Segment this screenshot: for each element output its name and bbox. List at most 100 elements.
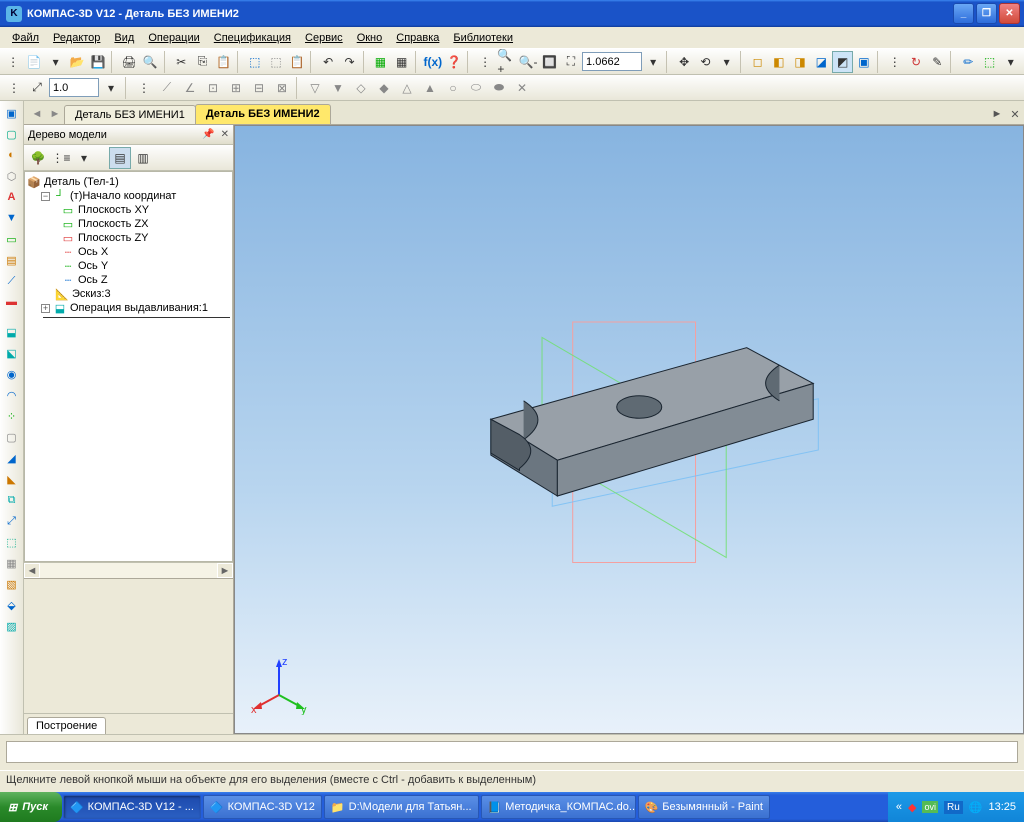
menu-specification[interactable]: Спецификация xyxy=(208,30,297,46)
pan-button[interactable]: ✥ xyxy=(674,51,694,73)
maximize-button[interactable]: ❐ xyxy=(976,3,997,24)
filter-f[interactable]: ▲ xyxy=(419,77,441,99)
filter-h[interactable]: ⬭ xyxy=(465,77,487,99)
document-tab-2[interactable]: Деталь БЕЗ ИМЕНИ2 xyxy=(195,104,331,124)
measure-e[interactable]: ⊟ xyxy=(248,77,270,99)
tray-network-icon[interactable]: 🌐 xyxy=(969,801,983,814)
tree-sketch[interactable]: 📐 Эскиз:3 xyxy=(27,287,230,301)
tree-plane-zy[interactable]: ▭ Плоскость ZY xyxy=(27,231,230,245)
feat-mirror[interactable]: ⧉ xyxy=(2,490,22,510)
variables-button[interactable]: f(x) xyxy=(422,51,443,73)
tray-ovi-icon[interactable]: ovi xyxy=(922,801,938,813)
language-indicator[interactable]: Ru xyxy=(944,801,963,814)
op-revolve[interactable]: ◐ xyxy=(2,145,22,165)
filter-e[interactable]: △ xyxy=(396,77,418,99)
tree-h-scrollbar[interactable]: ◄► xyxy=(24,562,233,578)
tree-mode-b[interactable]: ⋮≡ xyxy=(50,147,72,169)
tree-root[interactable]: 📦 Деталь (Тел-1) xyxy=(27,175,230,189)
grip-icon[interactable]: ⋮ xyxy=(475,51,495,73)
panel-close-icon[interactable]: ✕ xyxy=(221,129,229,140)
measure-c[interactable]: ⊡ xyxy=(202,77,224,99)
taskbar-app-2[interactable]: 🔷КОМПАС-3D V12 xyxy=(203,795,322,819)
zoom-fit-button[interactable]: ⛶ xyxy=(561,51,581,73)
menu-libraries[interactable]: Библиотеки xyxy=(447,30,519,46)
op-filter[interactable]: ▼ xyxy=(2,208,22,228)
tool-d[interactable]: ✎ xyxy=(927,51,947,73)
grip-icon[interactable]: ⋮ xyxy=(3,77,25,99)
feat-pattern[interactable]: ⁘ xyxy=(2,406,22,426)
tab-next-button[interactable]: ► xyxy=(46,104,64,124)
feat-cut[interactable]: ⬕ xyxy=(2,343,22,363)
op-loft[interactable]: ⬡ xyxy=(2,166,22,186)
system-tray[interactable]: « ◆ ovi Ru 🌐 13:25 xyxy=(888,792,1024,822)
view-nohidden[interactable]: ◨ xyxy=(790,51,810,73)
cut-button[interactable]: ✂ xyxy=(171,51,191,73)
tree-plane-zx[interactable]: ▭ Плоскость ZX xyxy=(27,217,230,231)
tray-expand-icon[interactable]: « xyxy=(896,801,902,813)
tree-origin[interactable]: − ┘ (т)Начало координат xyxy=(27,189,230,203)
view-wireframe[interactable]: ◻ xyxy=(747,51,767,73)
feat-c[interactable]: ▧ xyxy=(2,574,22,594)
scale-dropdown[interactable]: ▾ xyxy=(100,77,122,99)
filter-d[interactable]: ◆ xyxy=(373,77,395,99)
tree-view-b[interactable]: ▥ xyxy=(132,147,154,169)
document-tab-1[interactable]: Деталь БЕЗ ИМЕНИ1 xyxy=(64,105,196,124)
save-button[interactable]: 💾 xyxy=(88,51,108,73)
measure-f[interactable]: ⊠ xyxy=(271,77,293,99)
measure-a[interactable]: ⟋ xyxy=(156,77,178,99)
feat-shell[interactable]: ▢ xyxy=(2,427,22,447)
view-shaded[interactable]: ◪ xyxy=(811,51,831,73)
view-shaded-edges[interactable]: ◩ xyxy=(832,51,852,73)
scale-input[interactable] xyxy=(49,78,99,97)
feat-e[interactable]: ▨ xyxy=(2,616,22,636)
feat-extrude[interactable]: ⬓ xyxy=(2,322,22,342)
close-button[interactable]: ✕ xyxy=(999,3,1020,24)
menu-edit[interactable]: Редактор xyxy=(47,30,106,46)
menu-view[interactable]: Вид xyxy=(108,30,140,46)
feat-hole[interactable]: ◉ xyxy=(2,364,22,384)
view-perspective[interactable]: ▣ xyxy=(854,51,874,73)
tray-icon[interactable]: ◆ xyxy=(908,801,916,814)
tree-mode-a[interactable]: 🌳 xyxy=(27,147,49,169)
zoom-value-input[interactable] xyxy=(582,52,642,71)
command-input[interactable] xyxy=(6,741,1018,763)
taskbar-app-1[interactable]: 🔷КОМПАС-3D V12 - ... xyxy=(63,795,201,819)
tree-plane-xy[interactable]: ▭ Плоскость XY xyxy=(27,203,230,217)
help-button[interactable]: ❓ xyxy=(444,51,464,73)
menu-window[interactable]: Окно xyxy=(351,30,389,46)
filter-g[interactable]: ○ xyxy=(442,77,464,99)
tab-prev-button[interactable]: ◄ xyxy=(28,104,46,124)
filter-b[interactable]: ▼ xyxy=(327,77,349,99)
tree-axis-x[interactable]: ┄ Ось X xyxy=(27,245,230,259)
taskbar-app-3[interactable]: 📁D:\Модели для Татьян... xyxy=(324,795,479,819)
menu-operations[interactable]: Операции xyxy=(142,30,205,46)
tab-scroll-button[interactable]: ► xyxy=(988,104,1006,124)
minimize-button[interactable]: _ xyxy=(953,3,974,24)
view-hidden[interactable]: ◧ xyxy=(769,51,789,73)
clock[interactable]: 13:25 xyxy=(988,801,1016,813)
print-button[interactable]: 🖨 xyxy=(119,51,139,73)
sketch-button[interactable]: ✏ xyxy=(958,51,978,73)
tree-view-a[interactable]: ▤ xyxy=(109,147,131,169)
op-text[interactable]: А xyxy=(2,187,22,207)
tab-build[interactable]: Построение xyxy=(27,717,106,734)
grip-icon[interactable]: ⋮ xyxy=(3,51,23,73)
op-plane[interactable]: ▭ xyxy=(2,229,22,249)
tool-a[interactable]: ⬚ xyxy=(245,51,265,73)
redo-button[interactable]: ↷ xyxy=(339,51,359,73)
filter-j[interactable]: ✕ xyxy=(511,77,533,99)
feat-scale[interactable]: ⤢ xyxy=(2,511,22,531)
tool-c[interactable]: ▦ xyxy=(392,51,412,73)
3d-viewport[interactable]: z x y xyxy=(234,125,1024,734)
library-button[interactable]: ▦ xyxy=(370,51,390,73)
tree-axis-y[interactable]: ┄ Ось Y xyxy=(27,259,230,273)
menu-file[interactable]: Файл xyxy=(6,30,45,46)
new-dropdown[interactable]: ▾ xyxy=(46,51,66,73)
op-cut[interactable]: ▢ xyxy=(2,124,22,144)
filter-c[interactable]: ◇ xyxy=(350,77,372,99)
model-tree[interactable]: 📦 Деталь (Тел-1) − ┘ (т)Начало координат… xyxy=(24,171,233,562)
preview-button[interactable]: 🔍 xyxy=(140,51,160,73)
feat-d[interactable]: ⬙ xyxy=(2,595,22,615)
op-film[interactable]: ▤ xyxy=(2,250,22,270)
op-line[interactable]: ⟋ xyxy=(2,271,22,291)
